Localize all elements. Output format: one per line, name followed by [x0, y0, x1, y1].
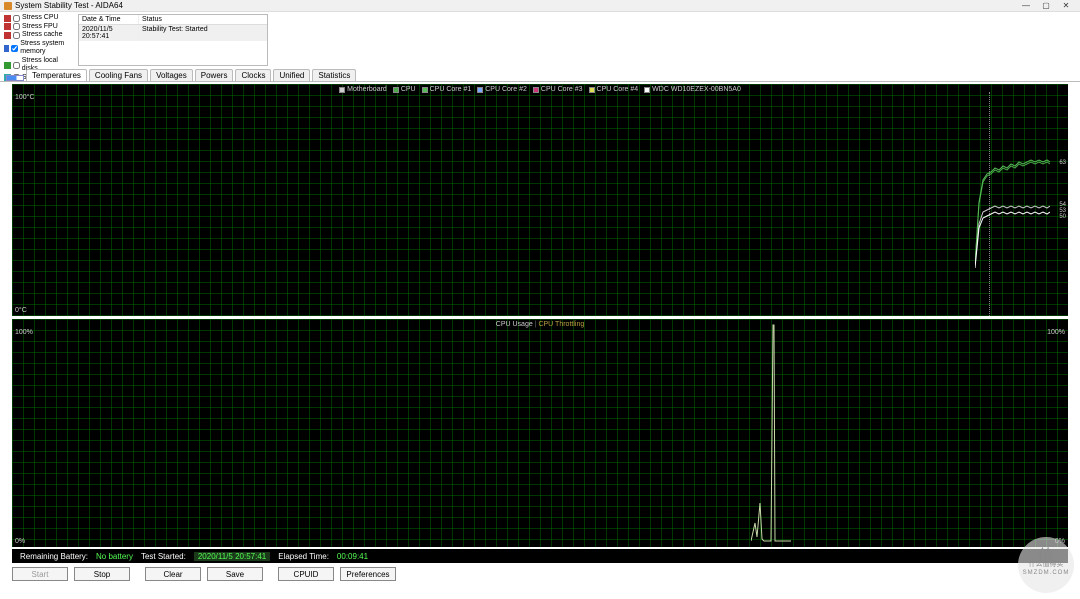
- stress-label: Stress cache: [22, 31, 62, 40]
- tab-strip: TemperaturesCooling FansVoltagesPowersCl…: [0, 68, 1080, 82]
- temp-legend: Motherboard CPU CPU Core #1 CPU Core #2 CPU …: [12, 86, 1068, 95]
- stress-label: Stress CPU: [22, 14, 59, 23]
- legend-item[interactable]: CPU Core #2: [477, 86, 527, 93]
- legend-swatch: [589, 87, 595, 93]
- tab-temperatures[interactable]: Temperatures: [26, 69, 87, 81]
- temp-value-label: 50: [1059, 214, 1066, 220]
- started-value: 2020/11/5 20:57:41: [194, 552, 270, 561]
- option-icon: [4, 45, 9, 52]
- status-bar: Remaining Battery: No battery Test Start…: [12, 549, 1068, 563]
- elapsed-label: Elapsed Time:: [278, 552, 329, 561]
- option-icon: [4, 32, 11, 39]
- stress-option-2[interactable]: Stress cache: [4, 31, 74, 40]
- stress-option-0[interactable]: Stress CPU: [4, 14, 74, 23]
- cpu-y-bot: 0%: [15, 538, 25, 545]
- preferences-button[interactable]: Preferences: [340, 567, 396, 581]
- tab-clocks[interactable]: Clocks: [235, 69, 271, 81]
- stress-option-3[interactable]: Stress system memory: [4, 40, 74, 57]
- legend-swatch: [644, 87, 650, 93]
- temp-y-bot: 0°C: [15, 307, 27, 314]
- tab-cooling-fans[interactable]: Cooling Fans: [89, 69, 148, 81]
- legend-item[interactable]: WDC WD10EZEX-00BN5A0: [644, 86, 741, 93]
- title-bar: System Stability Test - AIDA64 — ▢ ✕: [0, 0, 1080, 12]
- legend-swatch: [533, 87, 539, 93]
- mini-indicator: [6, 75, 24, 81]
- battery-label: Remaining Battery:: [20, 552, 88, 561]
- stress-checkbox[interactable]: [13, 23, 20, 30]
- log-header-datetime[interactable]: Date & Time: [79, 15, 139, 24]
- app-icon: [4, 2, 12, 10]
- window-title: System Stability Test - AIDA64: [15, 1, 123, 10]
- clear-button[interactable]: Clear: [145, 567, 201, 581]
- legend-item[interactable]: CPU Core #3: [533, 86, 583, 93]
- legend-item[interactable]: CPU Core #4: [589, 86, 639, 93]
- stress-checkbox[interactable]: [13, 32, 20, 39]
- legend-item[interactable]: Motherboard: [339, 86, 387, 93]
- save-button[interactable]: Save: [207, 567, 263, 581]
- temp-data-traces: [975, 84, 1050, 316]
- tab-powers[interactable]: Powers: [195, 69, 234, 81]
- option-icon: [4, 23, 11, 30]
- start-button[interactable]: Start: [12, 567, 68, 581]
- elapsed-value: 00:09:41: [337, 552, 368, 561]
- tab-statistics[interactable]: Statistics: [312, 69, 356, 81]
- legend-label: WDC WD10EZEX-00BN5A0: [652, 86, 741, 93]
- legend-item[interactable]: CPU Core #1: [422, 86, 472, 93]
- event-log: Date & Time Status 2020/11/5 20:57:41 St…: [78, 14, 268, 66]
- stress-options: Stress CPUStress FPUStress cacheStress s…: [4, 14, 74, 66]
- stress-label: Stress system memory: [20, 40, 74, 57]
- battery-value: No battery: [96, 552, 133, 561]
- stress-checkbox[interactable]: [13, 62, 20, 69]
- legend-swatch: [393, 87, 399, 93]
- log-header-status[interactable]: Status: [139, 15, 267, 24]
- temp-y-top: 100°C: [15, 94, 35, 101]
- cpu-y-top: 100%: [15, 329, 33, 336]
- legend-label: CPU Core #4: [597, 86, 639, 93]
- cpu-y-bot-r: 0%: [1055, 538, 1065, 545]
- option-icon: [4, 62, 11, 69]
- close-button[interactable]: ✕: [1056, 0, 1076, 12]
- started-label: Test Started:: [141, 552, 186, 561]
- temp-value-label: 63: [1059, 160, 1066, 166]
- legend-label: CPU Core #1: [430, 86, 472, 93]
- legend-item[interactable]: CPU: [393, 86, 416, 93]
- cpu-legend-usage: CPU Usage: [496, 321, 533, 328]
- cpu-legend-throttling: CPU Throttling: [538, 321, 584, 328]
- stress-option-1[interactable]: Stress FPU: [4, 23, 74, 32]
- cpu-usage-graph: CPU Usage | CPU Throttling 100% 0% 100% …: [12, 319, 1068, 547]
- option-icon: [4, 15, 11, 22]
- maximize-button[interactable]: ▢: [1036, 0, 1056, 12]
- cpu-legend: CPU Usage | CPU Throttling: [12, 321, 1068, 328]
- stress-checkbox[interactable]: [13, 15, 20, 22]
- legend-label: Motherboard: [347, 86, 387, 93]
- log-cell-datetime: 2020/11/5 20:57:41: [79, 25, 139, 41]
- button-bar: Start Stop Clear Save CPUID Preferences: [0, 563, 1080, 585]
- legend-label: CPU: [401, 86, 416, 93]
- legend-label: CPU Core #2: [485, 86, 527, 93]
- tab-unified[interactable]: Unified: [273, 69, 310, 81]
- stress-checkbox[interactable]: [11, 45, 18, 52]
- cpuid-button[interactable]: CPUID: [278, 567, 334, 581]
- legend-swatch: [339, 87, 345, 93]
- minimize-button[interactable]: —: [1016, 0, 1036, 12]
- stop-button[interactable]: Stop: [74, 567, 130, 581]
- cpu-y-top-r: 100%: [1047, 329, 1065, 336]
- legend-swatch: [422, 87, 428, 93]
- legend-label: CPU Core #3: [541, 86, 583, 93]
- log-cell-status: Stability Test: Started: [139, 25, 267, 41]
- legend-swatch: [477, 87, 483, 93]
- temperature-graph: Motherboard CPU CPU Core #1 CPU Core #2 CPU …: [12, 84, 1068, 316]
- stress-label: Stress FPU: [22, 23, 58, 32]
- tab-voltages[interactable]: Voltages: [150, 69, 193, 81]
- log-row[interactable]: 2020/11/5 20:57:41 Stability Test: Start…: [79, 25, 267, 41]
